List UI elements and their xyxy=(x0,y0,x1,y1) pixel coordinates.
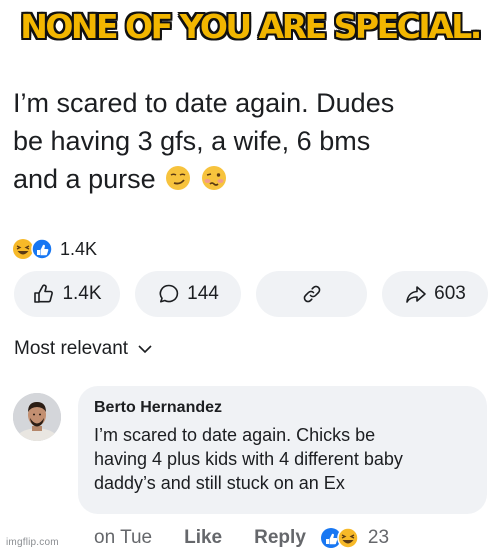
comment-reaction-count: 23 xyxy=(367,527,390,548)
post-text-line: I’m scared to date again. Dudes xyxy=(13,88,395,118)
share-button[interactable]: 603 xyxy=(382,271,488,317)
avatar-photo xyxy=(13,393,61,441)
post-text: I’m scared to date again. Dudes be havin… xyxy=(13,84,483,201)
comment-text: I’m scared to date again. Chicks be havi… xyxy=(94,423,471,495)
comment-count: 144 xyxy=(187,283,219,304)
like-count: 1.4K xyxy=(62,283,102,304)
share-arrow-icon xyxy=(406,286,426,303)
comment-button[interactable]: 144 xyxy=(135,271,241,317)
post-text-line-end: and a purse xyxy=(13,164,156,194)
like-button[interactable]: 1.4K xyxy=(14,271,120,317)
comment-bubble-icon xyxy=(159,284,179,303)
reaction-summary[interactable]: 1.4K xyxy=(12,238,97,260)
share-count: 603 xyxy=(434,283,466,304)
reaction-icons xyxy=(12,238,54,260)
haha-icon xyxy=(13,238,53,260)
chevron-down-icon xyxy=(138,345,152,354)
comment-author-name[interactable]: Berto Hernandez xyxy=(94,399,471,417)
comment-reply-button[interactable]: Reply xyxy=(254,527,306,549)
woozy-face-icon xyxy=(201,163,227,201)
comment-like-button[interactable]: Like xyxy=(184,527,222,549)
link-icon xyxy=(303,285,320,303)
smirking-face-icon xyxy=(165,163,191,201)
watermark: imgflip.com xyxy=(6,537,59,548)
comment-sort-dropdown[interactable]: Most relevant xyxy=(14,338,152,360)
copy-link-button[interactable] xyxy=(256,271,367,317)
comment-reactions-icon[interactable] xyxy=(320,527,360,549)
sort-label: Most relevant xyxy=(14,338,129,359)
thumbs-up-icon xyxy=(34,284,54,303)
comment-timestamp[interactable]: on Tue xyxy=(94,527,152,549)
comment-text-line: having 4 plus kids with 4 different baby xyxy=(94,449,403,469)
post-text-line: be having 3 gfs, a wife, 6 bms xyxy=(13,126,371,156)
comment-text-line: I’m scared to date again. Chicks be xyxy=(94,425,376,445)
comment-text-line: daddy’s and still stuck on an Ex xyxy=(94,473,345,493)
avatar[interactable] xyxy=(13,393,61,441)
post-text-line: and a purse xyxy=(13,160,483,201)
reaction-count: 1.4K xyxy=(60,238,98,259)
comment-bubble: Berto Hernandez I’m scared to date again… xyxy=(78,386,487,514)
comment-meta: on Tue Like Reply 23 xyxy=(94,527,389,549)
meme-caption: NONE OF YOU ARE SPECIAL. xyxy=(20,7,482,46)
